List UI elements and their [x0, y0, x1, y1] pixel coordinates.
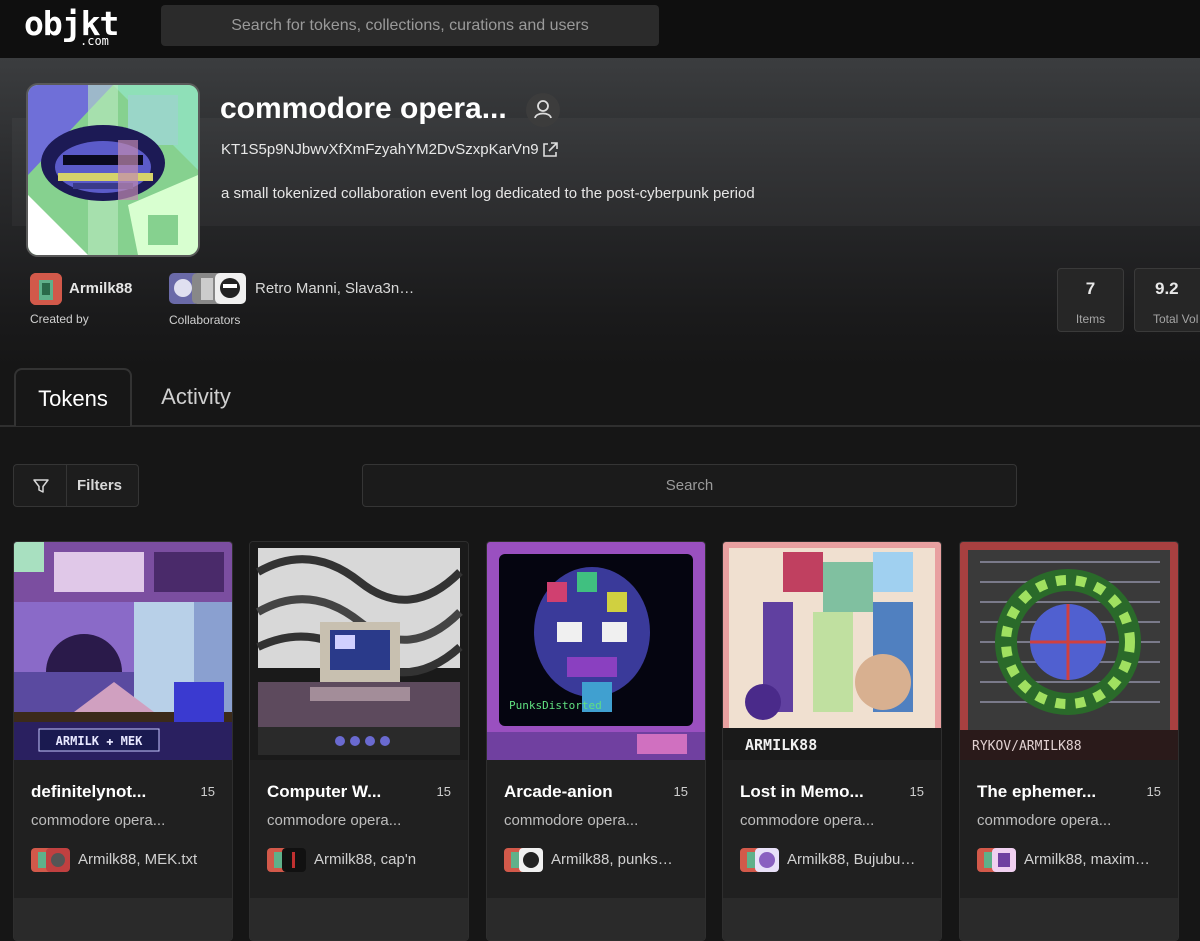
token-card[interactable]: ARMILK88 Lost in Memo... 15 commodore op…: [722, 541, 942, 941]
token-editions: 15: [200, 784, 215, 799]
collection-title: commodore opera...: [220, 92, 507, 125]
token-title[interactable]: The ephemer...: [977, 782, 1127, 802]
filter-icon: [33, 479, 49, 493]
filter-separator: [66, 465, 67, 506]
token-card[interactable]: RYKOV/ARMILK88 The ephemer... 15 commodo…: [959, 541, 1179, 941]
token-collection[interactable]: commodore opera...: [740, 812, 874, 829]
artwork-caption: ARMILK88: [745, 736, 817, 754]
token-info: Computer W... 15 commodore opera... Armi…: [250, 760, 468, 898]
token-artwork: [250, 542, 468, 760]
token-artists[interactable]: Armilk88, Bujubu…: [787, 851, 937, 868]
total-volume-label: Total Vol: [1153, 312, 1199, 326]
token-card-footer: [723, 898, 941, 940]
stat-total-volume: 9.2 Total Vol: [1134, 268, 1200, 332]
token-card[interactable]: PunksDistorted Arcade-anion 15 commodore…: [486, 541, 706, 941]
stat-items: 7 Items: [1057, 268, 1124, 332]
total-volume-value: 9.2: [1155, 279, 1179, 298]
token-info: definitelynot... 15 commodore opera... A…: [14, 760, 232, 898]
token-artist-avatars: [267, 848, 306, 872]
token-artwork: ARMILK ✚ MEK: [14, 542, 232, 760]
token-artwork: ARMILK88: [723, 542, 941, 760]
token-card-footer: [250, 898, 468, 940]
token-artist-avatars: [977, 848, 1016, 872]
token-artists[interactable]: Armilk88, cap'n: [314, 851, 464, 868]
collaborator-names[interactable]: Retro Manni, Slava3n…: [255, 280, 414, 297]
token-collection[interactable]: commodore opera...: [31, 812, 165, 829]
token-info: Arcade-anion 15 commodore opera... Armil…: [487, 760, 705, 898]
token-card-footer: [960, 898, 1178, 940]
collection-description: a small tokenized collaboration event lo…: [221, 185, 755, 202]
token-search-input[interactable]: [362, 464, 1017, 507]
token-artists[interactable]: Armilk88, punks…: [551, 851, 701, 868]
token-collection[interactable]: commodore opera...: [504, 812, 638, 829]
collaborators-label: Collaborators: [169, 313, 241, 327]
token-title[interactable]: definitelynot...: [31, 782, 181, 802]
token-collection[interactable]: commodore opera...: [977, 812, 1111, 829]
creator-name[interactable]: Armilk88: [69, 280, 132, 297]
token-artwork: PunksDistorted: [487, 542, 705, 760]
global-search-input[interactable]: [161, 5, 659, 46]
user-icon[interactable]: [526, 93, 560, 127]
artwork-caption: RYKOV/ARMILK88: [972, 739, 1082, 754]
filters-label: Filters: [77, 477, 123, 494]
token-title[interactable]: Lost in Memo...: [740, 782, 890, 802]
token-artist-avatars: [740, 848, 779, 872]
artwork-caption: PunksDistorted: [509, 699, 602, 712]
token-editions: 15: [909, 784, 924, 799]
token-editions: 15: [1146, 784, 1161, 799]
top-bar: objkt .com: [0, 0, 1200, 58]
tab-tokens[interactable]: Tokens: [14, 368, 132, 426]
items-label: Items: [1075, 312, 1106, 326]
token-artwork: RYKOV/ARMILK88: [960, 542, 1178, 760]
token-editions: 15: [673, 784, 688, 799]
token-artist-avatars: [504, 848, 543, 872]
token-artists[interactable]: Armilk88, MEK.txt: [78, 851, 228, 868]
objkt-logo[interactable]: objkt .com: [24, 4, 124, 52]
external-link-icon[interactable]: [541, 141, 559, 159]
token-artists[interactable]: Armilk88, maxim…: [1024, 851, 1174, 868]
token-card[interactable]: Computer W... 15 commodore opera... Armi…: [249, 541, 469, 941]
logo-domain: .com: [80, 34, 109, 48]
token-title[interactable]: Arcade-anion: [504, 782, 654, 802]
token-collection[interactable]: commodore opera...: [267, 812, 401, 829]
token-artist-avatars: [31, 848, 70, 872]
collection-avatar: [26, 83, 200, 257]
token-editions: 15: [436, 784, 451, 799]
filters-button[interactable]: Filters: [13, 464, 139, 507]
token-info: Lost in Memo... 15 commodore opera... Ar…: [723, 760, 941, 898]
items-count: 7: [1085, 279, 1096, 298]
contract-address[interactable]: KT1S5p9NJbwvXfXmFzyahYM2DvSzxpKarVn9: [221, 141, 539, 158]
creator-avatar[interactable]: [30, 273, 62, 305]
token-card[interactable]: ARMILK ✚ MEK definitelynot... 15 commodo…: [13, 541, 233, 941]
token-info: The ephemer... 15 commodore opera... Arm…: [960, 760, 1178, 898]
tab-activity[interactable]: Activity: [140, 368, 252, 426]
token-card-footer: [487, 898, 705, 940]
artwork-caption: ARMILK ✚ MEK: [56, 734, 143, 748]
created-by-label: Created by: [30, 312, 89, 326]
token-card-footer: [14, 898, 232, 940]
collaborator-avatars[interactable]: [168, 272, 248, 305]
token-title[interactable]: Computer W...: [267, 782, 417, 802]
